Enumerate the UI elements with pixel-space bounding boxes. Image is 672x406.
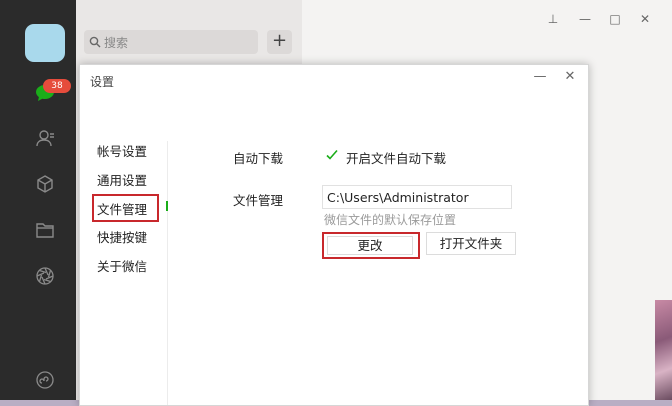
- maximize-window-button[interactable]: □: [608, 12, 622, 26]
- favorites-cube-icon[interactable]: [34, 173, 56, 195]
- open-folder-button[interactable]: 打开文件夹: [426, 232, 516, 255]
- nav-account-settings[interactable]: 帐号设置: [97, 141, 147, 160]
- settings-dialog: 设置 — ✕ 帐号设置 通用设置 文件管理 快捷按键 关于微信 自动下载 开启文…: [79, 64, 589, 406]
- moments-aperture-icon[interactable]: [34, 265, 56, 287]
- contacts-icon[interactable]: [34, 127, 56, 149]
- nav-shortcut-keys[interactable]: 快捷按键: [97, 227, 147, 246]
- add-button[interactable]: +: [267, 30, 292, 54]
- nav-divider: [167, 141, 168, 405]
- search-placeholder: 搜索: [104, 36, 129, 50]
- file-path-field[interactable]: [322, 185, 512, 209]
- minimize-window-button[interactable]: —: [578, 12, 592, 26]
- nav-file-management[interactable]: 文件管理: [97, 199, 147, 218]
- mini-program-icon[interactable]: [34, 369, 56, 391]
- background-decoration: [655, 300, 672, 400]
- close-window-button[interactable]: ✕: [638, 12, 652, 26]
- nav-general-settings[interactable]: 通用设置: [97, 170, 147, 189]
- auto-download-checkbox[interactable]: [325, 148, 339, 162]
- pin-icon[interactable]: ⊥: [546, 12, 560, 26]
- dialog-minimize-button[interactable]: —: [532, 69, 548, 85]
- dialog-title: 设置: [90, 75, 115, 89]
- dialog-close-button[interactable]: ✕: [562, 69, 578, 85]
- auto-download-checkbox-label[interactable]: 开启文件自动下载: [346, 148, 446, 167]
- avatar[interactable]: [25, 24, 65, 62]
- active-nav-indicator: [166, 201, 168, 211]
- nav-about[interactable]: 关于微信: [97, 256, 147, 275]
- file-management-label: 文件管理: [233, 193, 284, 208]
- folder-icon[interactable]: [34, 219, 56, 241]
- search-icon: [89, 36, 101, 51]
- file-path-hint: 微信文件的默认保存位置: [324, 213, 457, 227]
- unread-badge: 38: [43, 79, 71, 93]
- change-button[interactable]: 更改: [327, 236, 413, 255]
- auto-download-label: 自动下载: [233, 151, 284, 166]
